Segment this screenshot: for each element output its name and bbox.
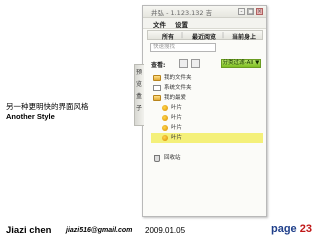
slide-heading-cn: 另一种更明快的界面风格: [6, 102, 89, 111]
side-tab-char: 子: [135, 105, 142, 112]
tree-item-label: 我的文件夹: [164, 75, 192, 81]
tab-separator: |: [181, 32, 184, 39]
window-controls: - □ ×: [238, 8, 263, 15]
menu-settings[interactable]: 设置: [175, 19, 188, 29]
page-label: page: [271, 223, 297, 235]
tree-item-label: 叶片: [171, 115, 183, 121]
footer-page: page 23: [271, 223, 312, 235]
slide-heading-en: Another Style: [6, 112, 55, 121]
minimize-button[interactable]: -: [238, 8, 245, 15]
tab-all[interactable]: 所有: [162, 32, 174, 41]
tree-item-label: 我的最爱: [164, 95, 187, 101]
tree-item[interactable]: 回收站: [151, 153, 263, 163]
leaf-icon: [162, 105, 168, 111]
page-number: 23: [299, 223, 312, 235]
document-icon: [153, 85, 161, 91]
tree-item[interactable]: 叶片: [151, 103, 263, 113]
menu-bar: 文件 设置: [143, 18, 266, 29]
view-grid-icon[interactable]: [191, 59, 200, 68]
leaf-icon: [162, 115, 168, 121]
close-button[interactable]: ×: [256, 8, 263, 15]
slide-footer: Jiazi chen jiazi516@gmail.com 2009.01.05…: [0, 220, 320, 240]
menu-file[interactable]: 文件: [153, 19, 166, 29]
tab-separator: |: [222, 32, 225, 39]
toolbar: 查看: 分类过滤-All ▼: [151, 58, 263, 70]
folder-icon: [153, 75, 161, 81]
side-tab-char: 预: [135, 69, 142, 76]
tab-recent[interactable]: 最近阅览: [192, 32, 216, 41]
file-tree: 我的文件夹 系统文件夹 我的最爱 叶片 叶片 叶片 叶片 回收站: [151, 73, 263, 163]
side-tab-char: 览: [135, 81, 142, 88]
footer-email: jiazi516@gmail.com: [66, 227, 133, 234]
tree-item[interactable]: 我的文件夹: [151, 73, 263, 83]
tree-item[interactable]: 系统文件夹: [151, 83, 263, 93]
app-window: 井弘 - 1.123.132 吉 - □ × 文件 设置 所有 | 最近阅览 |…: [134, 5, 267, 217]
folder-icon: [153, 95, 161, 101]
tree-item[interactable]: 叶片: [151, 113, 263, 123]
leaf-icon: [162, 125, 168, 131]
window-title: 井弘 - 1.123.132 吉: [151, 9, 213, 17]
tree-item-spacer: [151, 143, 263, 153]
maximize-button[interactable]: □: [247, 8, 254, 15]
search-input[interactable]: 快速搜找: [150, 43, 216, 52]
footer-author: Jiazi chen: [6, 225, 52, 236]
view-list-icon[interactable]: [179, 59, 188, 68]
tree-item-label: 叶片: [171, 125, 183, 131]
tree-item[interactable]: 叶片: [151, 123, 263, 133]
leaf-icon: [162, 135, 168, 141]
tree-item[interactable]: 我的最爱: [151, 93, 263, 103]
tree-item-label: 叶片: [171, 135, 183, 141]
title-bar[interactable]: 井弘 - 1.123.132 吉 - □ ×: [143, 6, 266, 18]
tab-bar: 所有 | 最近阅览 | 当前身上: [147, 30, 263, 41]
tab-current[interactable]: 当前身上: [232, 32, 256, 41]
preview-box-tab[interactable]: 预 览 盒 子: [134, 64, 144, 126]
side-tab-char: 盒: [135, 93, 142, 100]
view-label: 查看:: [151, 62, 166, 69]
tree-item-label: 叶片: [171, 105, 183, 111]
category-filter-dropdown[interactable]: 分类过滤-All ▼: [221, 59, 261, 68]
tree-item-label: 回收站: [164, 155, 181, 161]
slide-heading: 另一种更明快的界面风格 Another Style: [6, 102, 89, 122]
trash-icon: [154, 155, 160, 162]
footer-date: 2009.01.05: [145, 226, 186, 235]
tree-item-label: 系统文件夹: [164, 85, 192, 91]
tree-item-selected[interactable]: 叶片: [151, 133, 263, 143]
